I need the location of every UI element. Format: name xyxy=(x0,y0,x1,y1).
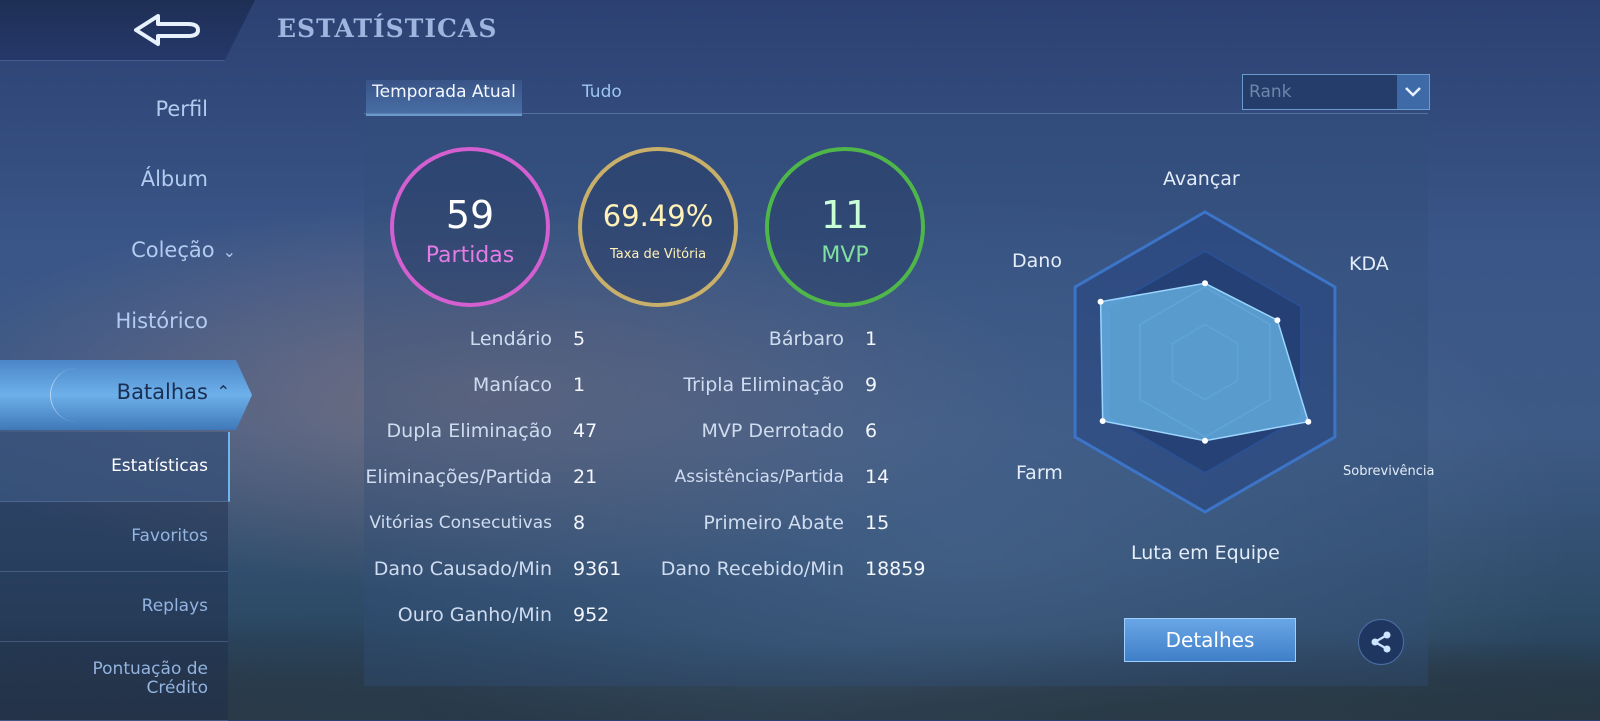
matches-circle: 59 Partidas xyxy=(390,147,550,307)
tab-tudo[interactable]: Tudo xyxy=(582,80,622,102)
chevron-down-icon: ⌄ xyxy=(222,242,236,261)
tab-label: Temporada Atual xyxy=(372,82,516,102)
stat-value: 47 xyxy=(573,420,598,442)
page-title: ESTATÍSTICAS xyxy=(277,14,498,43)
winrate-circle: 69.49% Taxa de Vitória xyxy=(578,147,738,307)
radar-data-point xyxy=(1274,317,1281,324)
tab-temporada-atual[interactable]: Temporada Atual xyxy=(366,80,522,116)
radar-axis-label: KDA xyxy=(1349,253,1389,275)
tab-label: Tudo xyxy=(582,82,622,102)
stat-label: Eliminações/Partida xyxy=(365,466,552,488)
subnav-item-replays[interactable]: Replays xyxy=(0,572,228,642)
sidebar-item-label: Coleção xyxy=(131,238,215,262)
share-button[interactable] xyxy=(1358,619,1404,665)
stat-value: 5 xyxy=(573,328,586,350)
subnav-item-estatisticas[interactable]: Estatísticas xyxy=(0,432,230,502)
stat-value: 9361 xyxy=(573,558,622,580)
stat-label: Vitórias Consecutivas xyxy=(369,513,552,533)
stat-label: Lendário xyxy=(469,328,552,350)
subnav-item-pontuacao-credito[interactable]: Pontuação de Crédito xyxy=(0,642,228,721)
subnav-item-label: Pontuação de Crédito xyxy=(92,659,209,698)
sidebar-item-label: Batalhas xyxy=(116,380,208,404)
rank-filter-select[interactable]: Rank xyxy=(1242,74,1430,110)
stat-value: 6 xyxy=(865,420,878,442)
radar-data-point xyxy=(1202,437,1208,444)
details-button[interactable]: Detalhes xyxy=(1124,618,1296,662)
stat-label: Maníaco xyxy=(472,374,552,396)
radar-data-point xyxy=(1305,418,1312,425)
mvp-label: MVP xyxy=(821,243,869,268)
stat-value: 15 xyxy=(865,512,890,534)
stat-label: Bárbaro xyxy=(768,328,844,350)
subnav-item-label: Replays xyxy=(141,596,208,616)
radar-data-point xyxy=(1099,418,1106,424)
share-icon xyxy=(1371,631,1391,653)
stat-label: Dupla Eliminação xyxy=(386,420,552,442)
radar-data-point xyxy=(1202,280,1208,287)
matches-label: Partidas xyxy=(425,243,515,268)
stat-label: Assistências/Partida xyxy=(674,467,844,487)
back-button[interactable] xyxy=(0,0,255,61)
stat-label: Ouro Ganho/Min xyxy=(397,604,552,626)
stat-label: Primeiro Abate xyxy=(703,512,844,534)
stat-value: 952 xyxy=(573,604,610,626)
chevron-down-icon xyxy=(1397,75,1429,109)
radar-axis-label: Dano xyxy=(1012,250,1062,272)
mvp-circle: 11 MVP xyxy=(765,147,925,307)
back-arrow-icon xyxy=(134,14,200,46)
radar-chart xyxy=(1073,210,1337,514)
matches-value: 59 xyxy=(445,193,495,237)
stat-label: Tripla Eliminação xyxy=(683,374,844,396)
sidebar-item-perfil[interactable]: Perfil xyxy=(155,97,208,121)
stat-label: MVP Derrotado xyxy=(701,420,844,442)
sidebar-item-label: Álbum xyxy=(140,167,208,191)
radar-axis-label: Luta em Equipe xyxy=(1131,542,1280,564)
stat-label: Dano Causado/Min xyxy=(373,558,552,580)
stat-value: 8 xyxy=(573,512,586,534)
subnav-item-favoritos[interactable]: Favoritos xyxy=(0,502,228,572)
stat-value: 1 xyxy=(573,374,586,396)
sidebar-item-album[interactable]: Álbum xyxy=(141,167,208,191)
stat-value: 1 xyxy=(865,328,878,350)
winrate-label: Taxa de Vitória xyxy=(609,247,707,262)
radar-axis-label: Avançar xyxy=(1163,168,1240,190)
stat-value: 21 xyxy=(573,466,598,488)
stat-value: 9 xyxy=(865,374,878,396)
radar-axis-label: Farm xyxy=(1016,462,1063,484)
mvp-value: 11 xyxy=(820,193,870,237)
winrate-value: 69.49% xyxy=(602,199,714,233)
radar-data-point xyxy=(1097,298,1104,305)
subnav-item-label: Favoritos xyxy=(131,526,208,546)
sidebar-item-label: Histórico xyxy=(115,309,208,333)
chevron-up-icon: ⌃ xyxy=(216,382,230,401)
sidebar-item-batalhas[interactable]: Batalhas ⌃ xyxy=(0,360,252,430)
radar-axis-label: Sobrevivência xyxy=(1343,464,1435,479)
stat-label: Dano Recebido/Min xyxy=(660,558,844,580)
rank-filter-value: Rank xyxy=(1249,82,1292,102)
sidebar-item-label: Perfil xyxy=(155,97,208,121)
sidebar-item-historico[interactable]: Histórico xyxy=(115,309,208,333)
subnav-item-label: Estatísticas xyxy=(111,456,208,476)
stat-value: 18859 xyxy=(865,558,926,580)
sidebar-item-colecao[interactable]: Coleção ⌄ xyxy=(131,238,236,262)
stat-value: 14 xyxy=(865,466,890,488)
